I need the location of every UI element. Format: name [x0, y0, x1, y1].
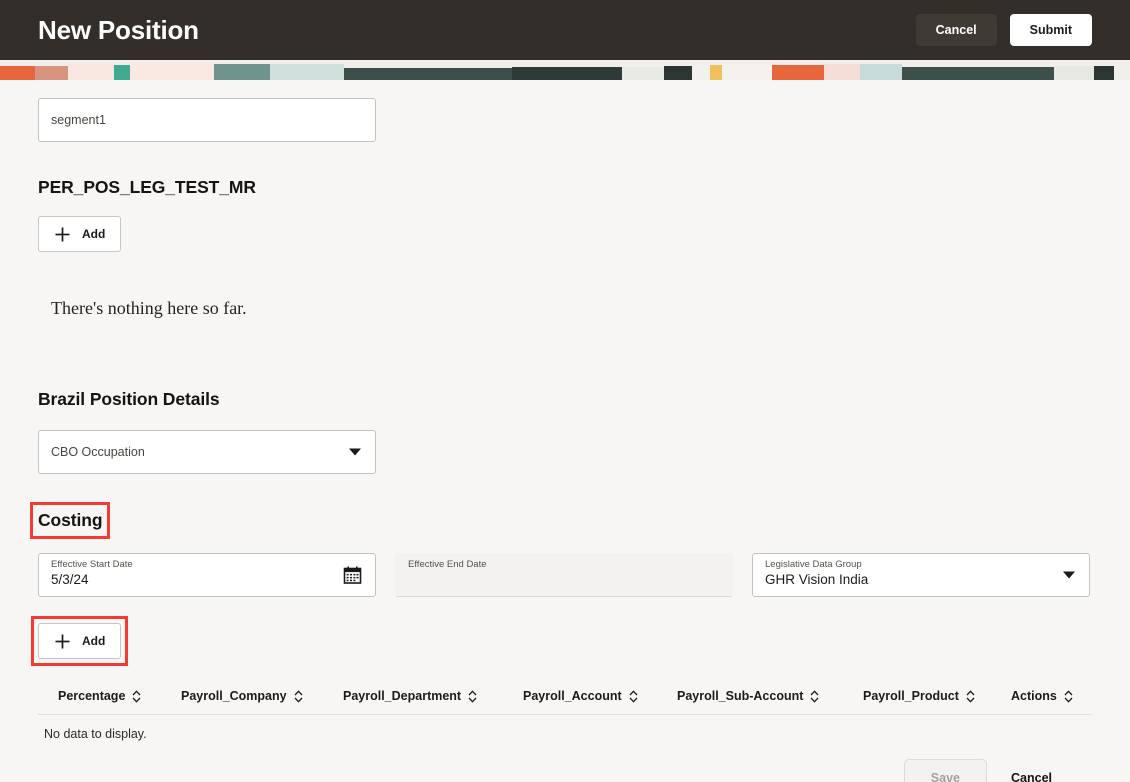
banner-segment	[0, 66, 35, 80]
sort-icon[interactable]	[966, 690, 975, 703]
sort-icon[interactable]	[1064, 690, 1073, 703]
legislative-data-group-label: Legislative Data Group	[765, 559, 1077, 571]
effective-start-date-value: 5/3/24	[51, 571, 363, 589]
page-title: New Position	[38, 15, 199, 46]
costing-fields-row: Effective Start Date 5/3/24	[38, 553, 1092, 597]
table-empty-text: No data to display.	[38, 715, 1092, 741]
table-column-header[interactable]: Payroll_Product	[863, 689, 1011, 703]
costing-section-title: Costing	[38, 510, 102, 530]
costing-title-highlight: Costing	[38, 510, 102, 531]
banner-segment	[722, 64, 772, 80]
table-column-header-label: Actions	[1011, 689, 1057, 703]
chevron-down-icon	[1063, 572, 1075, 579]
banner-segment	[902, 67, 1054, 80]
effective-start-date-col: Effective Start Date 5/3/24	[38, 553, 376, 597]
banner-segment	[1114, 65, 1130, 80]
table-column-header-label: Payroll_Product	[863, 689, 959, 703]
cbo-occupation-label: CBO Occupation	[51, 445, 363, 459]
page-body: segment1 PER_POS_LEG_TEST_MR Add There's…	[0, 80, 1130, 782]
app-header: New Position Cancel Submit	[0, 0, 1130, 60]
banner-segment	[824, 64, 860, 80]
submit-button[interactable]: Submit	[1010, 14, 1092, 46]
legislative-data-group-col: Legislative Data Group GHR Vision India	[752, 553, 1090, 597]
legislative-data-group-value: GHR Vision India	[765, 571, 1077, 589]
table-column-header[interactable]: Actions	[1011, 689, 1073, 703]
decorative-banner	[0, 60, 1130, 80]
sort-icon[interactable]	[294, 690, 303, 703]
banner-segment	[35, 66, 68, 80]
table-column-header-label: Payroll_Department	[343, 689, 461, 703]
banner-segment	[1054, 66, 1094, 80]
banner-segment	[68, 64, 114, 80]
effective-end-date-label: Effective End Date	[408, 559, 720, 571]
footer-actions: Save Cancel	[38, 741, 1092, 782]
add-button-costing[interactable]: Add	[38, 623, 121, 659]
segment1-field[interactable]: segment1	[38, 98, 376, 142]
table-column-header-label: Payroll_Account	[523, 689, 622, 703]
add-button-costing-label: Add	[82, 634, 105, 648]
add-button-flex[interactable]: Add	[38, 216, 121, 252]
banner-segment	[114, 65, 130, 80]
sort-icon[interactable]	[629, 690, 638, 703]
flex-section-title: PER_POS_LEG_TEST_MR	[38, 177, 1092, 198]
add-button-costing-highlight: Add	[38, 623, 121, 659]
table-column-header[interactable]: Payroll_Sub-Account	[677, 689, 863, 703]
banner-segment	[692, 65, 710, 80]
table-column-header-label: Percentage	[58, 689, 125, 703]
cancel-button-footer[interactable]: Cancel	[1009, 767, 1054, 782]
sort-icon[interactable]	[468, 690, 477, 703]
banner-segment	[270, 64, 344, 80]
banner-segment	[344, 68, 512, 80]
plus-icon	[54, 633, 71, 650]
save-button[interactable]: Save	[904, 759, 987, 782]
plus-icon	[54, 226, 71, 243]
banner-segment	[130, 63, 214, 80]
banner-segment	[710, 65, 722, 80]
banner-segment	[772, 65, 824, 80]
table-column-header[interactable]: Payroll_Company	[181, 689, 343, 703]
banner-segment	[664, 66, 692, 80]
sort-icon[interactable]	[132, 690, 141, 703]
sort-icon[interactable]	[810, 690, 819, 703]
banner-segment	[214, 64, 270, 80]
effective-end-date-col: Effective End Date	[395, 553, 733, 597]
legislative-data-group-select[interactable]: Legislative Data Group GHR Vision India	[752, 553, 1090, 597]
effective-start-date-field[interactable]: Effective Start Date 5/3/24	[38, 553, 376, 597]
segment1-placeholder: segment1	[51, 113, 363, 127]
cancel-button-header[interactable]: Cancel	[916, 14, 997, 46]
banner-segment	[622, 67, 664, 80]
effective-start-date-label: Effective Start Date	[51, 559, 363, 571]
table-column-header[interactable]: Percentage	[38, 689, 181, 703]
add-button-flex-label: Add	[82, 227, 105, 241]
cbo-occupation-select[interactable]: CBO Occupation	[38, 430, 376, 474]
flex-empty-state-text: There's nothing here so far.	[51, 298, 1092, 319]
banner-segment	[1094, 66, 1114, 80]
effective-end-date-field[interactable]: Effective End Date	[395, 553, 733, 597]
costing-table: Percentage Payroll_Company Payroll_Departm…	[38, 679, 1092, 741]
table-column-header[interactable]: Payroll_Department	[343, 689, 523, 703]
header-actions: Cancel Submit	[916, 14, 1092, 46]
banner-segment	[512, 67, 622, 80]
table-header-row: Percentage Payroll_Company Payroll_Departm…	[38, 679, 1092, 715]
chevron-down-icon	[349, 449, 361, 456]
table-column-header-label: Payroll_Sub-Account	[677, 689, 803, 703]
table-column-header[interactable]: Payroll_Account	[523, 689, 677, 703]
brazil-section-title: Brazil Position Details	[38, 389, 1092, 410]
banner-segment	[860, 64, 902, 80]
table-column-header-label: Payroll_Company	[181, 689, 287, 703]
